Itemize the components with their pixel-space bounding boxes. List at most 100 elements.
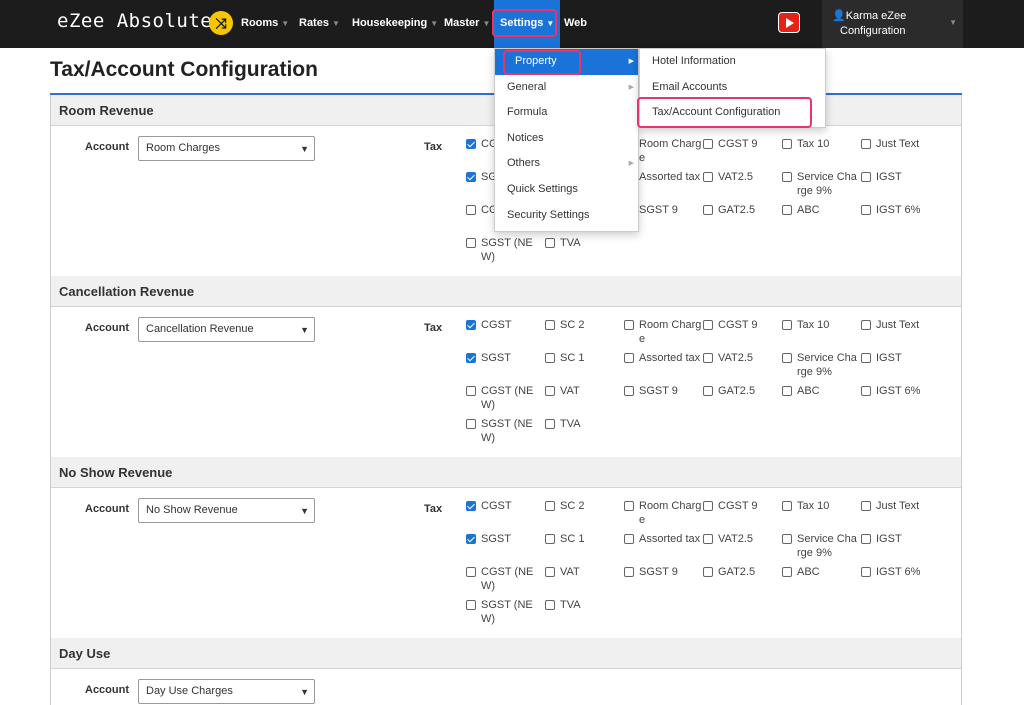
menu-item-notices[interactable]: Notices — [495, 126, 638, 152]
tax-option[interactable]: CGST (NEW) — [466, 384, 544, 412]
tax-checkbox[interactable] — [782, 501, 792, 511]
tax-option[interactable]: CGST (NEW) — [466, 565, 544, 593]
tax-option[interactable]: IGST 6% — [861, 203, 939, 217]
tax-option[interactable]: IGST — [861, 351, 939, 365]
tax-checkbox[interactable] — [545, 600, 555, 610]
tax-checkbox[interactable] — [466, 386, 476, 396]
tax-option[interactable]: IGST — [861, 170, 939, 184]
tax-checkbox[interactable] — [782, 567, 792, 577]
tax-checkbox[interactable] — [703, 501, 713, 511]
tax-option[interactable]: SC 1 — [545, 351, 623, 365]
tax-option[interactable]: Just Text — [861, 137, 939, 151]
tax-checkbox[interactable] — [782, 386, 792, 396]
nav-settings[interactable]: Settings ▼ — [494, 0, 561, 48]
tax-option[interactable]: ABC — [782, 384, 860, 398]
tax-checkbox[interactable] — [861, 205, 871, 215]
tax-checkbox[interactable] — [703, 139, 713, 149]
tax-checkbox[interactable] — [545, 320, 555, 330]
tax-option[interactable]: Room Charge — [624, 499, 702, 527]
tax-option[interactable]: VAT — [545, 384, 623, 398]
tax-option[interactable]: Service Charge 9% — [782, 170, 860, 198]
tax-checkbox[interactable] — [861, 139, 871, 149]
tax-checkbox[interactable] — [703, 386, 713, 396]
submenu-item-hotel-information[interactable]: Hotel Information — [640, 49, 825, 75]
tax-option[interactable]: ABC — [782, 203, 860, 217]
tax-option[interactable]: Service Charge 9% — [782, 532, 860, 560]
tax-option[interactable]: TVA — [545, 417, 623, 431]
tax-option[interactable]: Assorted tax — [624, 532, 702, 546]
brand-logo[interactable]: eZee Absolute — [57, 10, 212, 32]
tax-checkbox[interactable] — [703, 353, 713, 363]
tax-option[interactable]: Assorted tax — [624, 351, 702, 365]
tax-checkbox[interactable] — [545, 567, 555, 577]
tax-checkbox[interactable] — [861, 534, 871, 544]
tax-option[interactable]: GAT2.5 — [703, 203, 781, 217]
tax-checkbox[interactable] — [861, 353, 871, 363]
youtube-icon[interactable] — [778, 12, 800, 33]
tax-checkbox[interactable] — [703, 534, 713, 544]
submenu-item-email-accounts[interactable]: Email Accounts — [640, 75, 825, 101]
tax-checkbox[interactable] — [466, 567, 476, 577]
tax-checkbox[interactable] — [466, 139, 476, 149]
tax-option[interactable]: TVA — [545, 236, 623, 250]
tax-checkbox[interactable] — [861, 501, 871, 511]
tax-option[interactable]: Tax 10 — [782, 318, 860, 332]
tax-option[interactable]: GAT2.5 — [703, 384, 781, 398]
tax-checkbox[interactable] — [466, 600, 476, 610]
account-select[interactable]: Cancellation Revenue ▼ — [138, 317, 315, 342]
tax-option[interactable]: VAT2.5 — [703, 170, 781, 184]
tax-option[interactable]: Tax 10 — [782, 499, 860, 513]
tax-option[interactable]: SC 1 — [545, 532, 623, 546]
tax-checkbox[interactable] — [466, 419, 476, 429]
tax-checkbox[interactable] — [782, 320, 792, 330]
tax-option[interactable]: TVA — [545, 598, 623, 612]
tax-option[interactable]: VAT2.5 — [703, 532, 781, 546]
tax-option[interactable]: SGST (NEW) — [466, 417, 544, 445]
tax-option[interactable]: SGST 9 — [624, 565, 702, 579]
nav-rates[interactable]: Rates ▼ — [293, 0, 346, 48]
tax-option[interactable]: Room Charge — [624, 318, 702, 346]
tax-option[interactable]: SGST (NEW) — [466, 598, 544, 626]
tax-checkbox[interactable] — [466, 205, 476, 215]
tax-option[interactable]: SGST (NEW) — [466, 236, 544, 264]
shuffle-icon[interactable]: ⤨ — [209, 11, 233, 35]
nav-master[interactable]: Master ▼ — [438, 0, 496, 48]
tax-checkbox[interactable] — [624, 567, 634, 577]
tax-option[interactable]: GAT2.5 — [703, 565, 781, 579]
account-select[interactable]: Room Charges ▼ — [138, 136, 315, 161]
tax-checkbox[interactable] — [782, 353, 792, 363]
tax-checkbox[interactable] — [466, 501, 476, 511]
tax-option[interactable]: ABC — [782, 565, 860, 579]
tax-checkbox[interactable] — [703, 172, 713, 182]
account-select[interactable]: Day Use Charges ▼ — [138, 679, 315, 704]
account-select[interactable]: No Show Revenue ▼ — [138, 498, 315, 523]
tax-option[interactable]: CGST 9 — [703, 318, 781, 332]
tax-checkbox[interactable] — [861, 172, 871, 182]
tax-checkbox[interactable] — [624, 386, 634, 396]
tax-checkbox[interactable] — [545, 353, 555, 363]
tax-checkbox[interactable] — [545, 386, 555, 396]
nav-housekeeping[interactable]: Housekeeping ▼ — [346, 0, 444, 48]
tax-checkbox[interactable] — [545, 419, 555, 429]
tax-option[interactable]: CGST — [466, 318, 544, 332]
tax-checkbox[interactable] — [782, 139, 792, 149]
tax-option[interactable]: VAT2.5 — [703, 351, 781, 365]
tax-checkbox[interactable] — [466, 238, 476, 248]
tax-checkbox[interactable] — [624, 501, 634, 511]
menu-item-formula[interactable]: Formula — [495, 100, 638, 126]
tax-option[interactable]: VAT — [545, 565, 623, 579]
tax-option[interactable]: SGST 9 — [624, 384, 702, 398]
nav-rooms[interactable]: Rooms ▼ — [235, 0, 295, 48]
tax-checkbox[interactable] — [466, 534, 476, 544]
tax-checkbox[interactable] — [703, 320, 713, 330]
nav-web[interactable]: Web — [558, 0, 593, 48]
tax-checkbox[interactable] — [624, 353, 634, 363]
tax-checkbox[interactable] — [545, 238, 555, 248]
tax-checkbox[interactable] — [624, 320, 634, 330]
tax-checkbox[interactable] — [545, 501, 555, 511]
menu-item-security-settings[interactable]: Security Settings — [495, 203, 638, 229]
user-menu[interactable]: 👤Karma eZee Configuration ▼ — [822, 0, 963, 48]
tax-option[interactable]: IGST 6% — [861, 565, 939, 579]
tax-option[interactable]: IGST — [861, 532, 939, 546]
tax-option[interactable]: CGST 9 — [703, 499, 781, 513]
